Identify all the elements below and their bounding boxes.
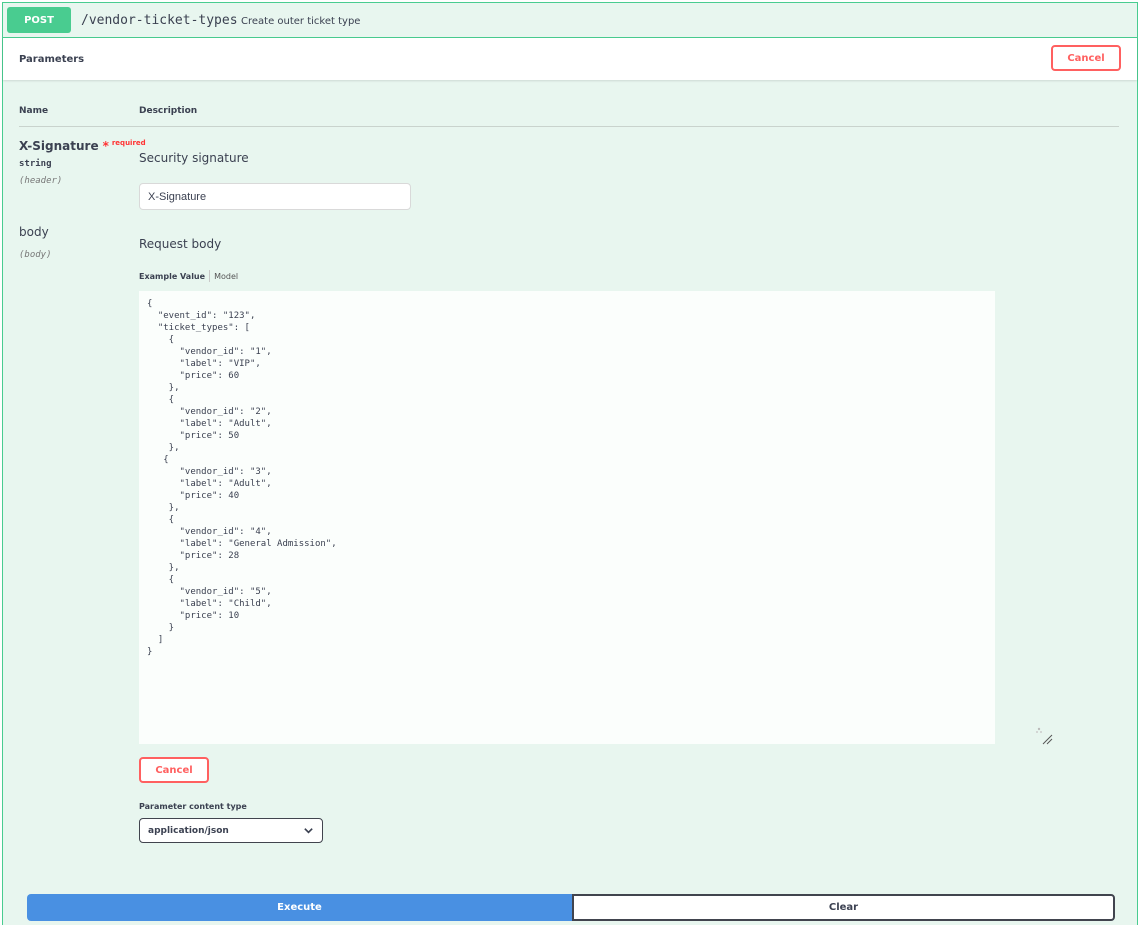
- operation-summary[interactable]: POST /vendor-ticket-types Create outer t…: [3, 3, 1137, 38]
- request-body-editor[interactable]: { "event_id": "123", "ticket_types": [ {…: [139, 291, 995, 744]
- body-tabs: Example Value Model: [139, 270, 238, 282]
- column-header-description: Description: [139, 106, 198, 116]
- param-description-body: Request body: [139, 237, 222, 251]
- tab-model[interactable]: Model: [214, 272, 238, 281]
- parameters-title: Parameters: [19, 54, 85, 65]
- param-name-x-signature: X-Signature * required: [19, 139, 146, 153]
- content-type-label: Parameter content type: [139, 802, 247, 811]
- column-header-name: Name: [19, 106, 49, 116]
- param-name-text: X-Signature: [19, 139, 99, 153]
- resize-handle-icon[interactable]: [1033, 725, 1053, 745]
- content-type-value: application/json: [148, 825, 229, 836]
- param-description-x-signature: Security signature: [139, 151, 249, 165]
- param-type: string: [19, 159, 52, 169]
- clear-button[interactable]: Clear: [572, 894, 1115, 921]
- content-type-select[interactable]: application/json: [139, 818, 323, 843]
- param-name-body: body: [19, 225, 49, 239]
- cancel-button[interactable]: Cancel: [139, 757, 209, 783]
- chevron-down-icon: [304, 828, 313, 834]
- operation-summary-text: Create outer ticket type: [241, 16, 361, 27]
- param-location-body: (body): [19, 250, 52, 260]
- param-location: (header): [19, 176, 63, 186]
- required-label: required: [111, 139, 146, 147]
- tab-example-value[interactable]: Example Value: [139, 272, 205, 281]
- method-badge: POST: [7, 7, 71, 33]
- operation-block: POST /vendor-ticket-types Create outer t…: [2, 2, 1138, 925]
- cancel-try-out-button[interactable]: Cancel: [1051, 45, 1121, 71]
- tab-divider: [209, 270, 211, 282]
- parameters-header: Parameters Cancel: [3, 38, 1137, 80]
- x-signature-input[interactable]: [139, 183, 411, 210]
- endpoint-path: /vendor-ticket-types: [81, 13, 238, 28]
- execute-wrapper: Execute Clear: [27, 894, 1115, 921]
- required-star: *: [102, 139, 109, 153]
- header-divider: [19, 126, 1119, 127]
- execute-button[interactable]: Execute: [27, 894, 572, 921]
